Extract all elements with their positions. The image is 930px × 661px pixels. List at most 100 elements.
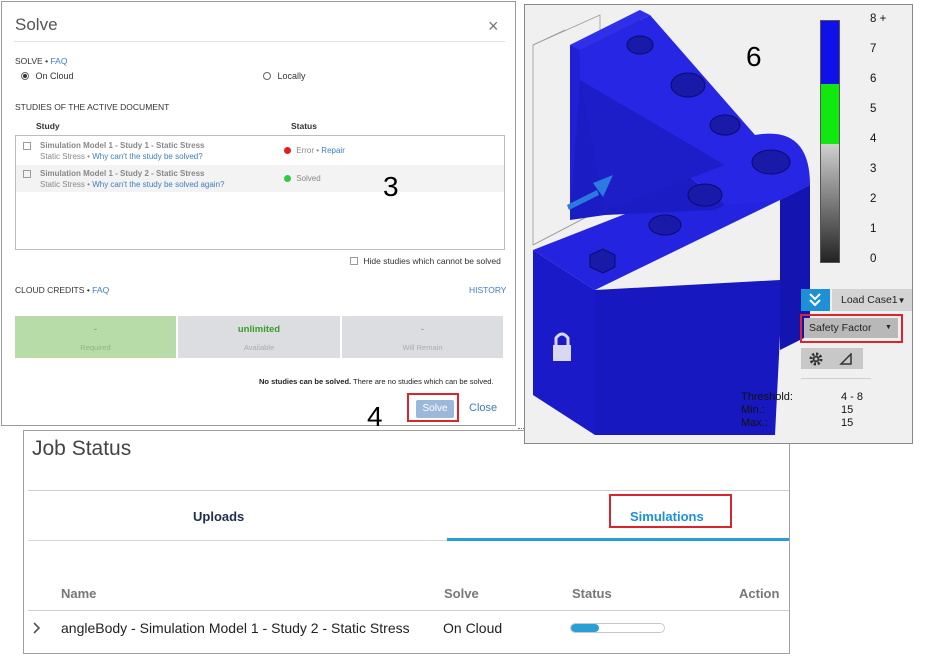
col-study: Study bbox=[36, 121, 60, 131]
locally-label: Locally bbox=[277, 71, 306, 81]
faq-link[interactable]: FAQ bbox=[50, 56, 67, 66]
load-case-dropdown[interactable]: Load Case1▼ bbox=[832, 289, 912, 311]
study-name: Simulation Model 1 - Study 1 - Static St… bbox=[40, 141, 205, 150]
solve-dialog: Solve × SOLVE • FAQ On Cloud Locally STU… bbox=[1, 1, 516, 426]
separator: • bbox=[45, 56, 49, 66]
legend-tick: 0 bbox=[870, 253, 877, 265]
divider bbox=[801, 378, 871, 379]
chevron-right-icon[interactable] bbox=[32, 622, 42, 634]
hide-studies-option[interactable]: Hide studies which cannot be solved bbox=[350, 256, 501, 266]
min-value: 15 bbox=[841, 404, 854, 416]
credits-label: CLOUD CREDITS bbox=[15, 285, 85, 295]
status-text: Error bbox=[296, 146, 315, 155]
separator: • bbox=[316, 146, 320, 155]
job-status-panel: Job Status Uploads Simulations Name Solv… bbox=[23, 430, 790, 654]
faq-link[interactable]: FAQ bbox=[92, 285, 109, 295]
triangle-ruler-icon[interactable] bbox=[839, 353, 853, 365]
study-checkbox[interactable] bbox=[23, 142, 31, 150]
study-name: Simulation Model 1 - Study 2 - Static St… bbox=[40, 169, 205, 178]
separator: • bbox=[87, 152, 90, 161]
note-rest: There are no studies which can be solved… bbox=[351, 377, 494, 386]
locally-radio[interactable] bbox=[263, 72, 271, 80]
study-status: Error • Repair bbox=[284, 146, 345, 155]
model-viewport[interactable]: 6 8 + 7 6 5 4 3 2 1 0 Load Case1▼ Safety… bbox=[524, 4, 913, 444]
study-row[interactable]: Simulation Model 1 - Study 1 - Static St… bbox=[16, 137, 504, 164]
threshold-label: Threshold: bbox=[741, 391, 793, 403]
credit-available: unlimited Available bbox=[178, 316, 340, 358]
color-legend bbox=[820, 20, 840, 263]
studies-heading: STUDIES OF THE ACTIVE DOCUMENT bbox=[15, 102, 170, 112]
close-button[interactable]: Close bbox=[469, 402, 497, 414]
max-value: 15 bbox=[841, 417, 854, 429]
legend-tick: 2 bbox=[870, 193, 877, 205]
credit-required: - Required bbox=[15, 316, 176, 358]
progress-bar bbox=[570, 623, 665, 633]
divider bbox=[28, 490, 789, 491]
threshold-value: 4 - 8 bbox=[841, 391, 864, 403]
locally-option[interactable]: Locally bbox=[263, 71, 306, 81]
study-checkbox[interactable] bbox=[23, 170, 31, 178]
on-cloud-radio[interactable] bbox=[21, 72, 29, 80]
progress-fill bbox=[571, 624, 599, 632]
status-text: Solved bbox=[296, 174, 321, 183]
note-bold: No studies can be solved. bbox=[259, 377, 352, 386]
hide-studies-checkbox[interactable] bbox=[350, 257, 358, 265]
col-action: Action bbox=[739, 586, 780, 601]
study-row[interactable]: Simulation Model 1 - Study 2 - Static St… bbox=[16, 165, 504, 192]
dropdown-arrow-icon: ▼ bbox=[885, 324, 892, 331]
max-label: Max.: bbox=[741, 417, 768, 429]
credit-value: - bbox=[93, 324, 98, 335]
legend-tick: 4 bbox=[870, 133, 877, 145]
repair-link[interactable]: Repair bbox=[321, 146, 345, 155]
gear-icon[interactable] bbox=[808, 351, 824, 367]
on-cloud-option[interactable]: On Cloud bbox=[21, 71, 74, 81]
study-subline: Static Stress • Why can't the study be s… bbox=[40, 152, 203, 161]
dropdown-arrow-icon: ▼ bbox=[897, 296, 906, 305]
legend-green-band bbox=[821, 84, 839, 144]
result-type-dropdown[interactable]: Safety Factor ▼ bbox=[804, 318, 898, 338]
job-solve: On Cloud bbox=[443, 620, 503, 636]
solve-highlight bbox=[407, 393, 459, 422]
tab-uploads[interactable]: Uploads bbox=[193, 509, 244, 524]
history-link[interactable]: HISTORY bbox=[469, 285, 506, 295]
table-row[interactable]: angleBody - Simulation Model 1 - Study 2… bbox=[28, 613, 789, 643]
legend-tick: 3 bbox=[870, 163, 877, 175]
solve-label: SOLVE bbox=[15, 56, 43, 66]
credit-value: unlimited bbox=[237, 324, 281, 335]
error-status-icon bbox=[284, 147, 291, 154]
credit-value: - bbox=[420, 324, 425, 335]
help-link[interactable]: Why can't the study be solved again? bbox=[92, 180, 224, 189]
study-status: Solved bbox=[284, 174, 321, 183]
col-solve: Solve bbox=[444, 586, 479, 601]
load-case-label: Load Case1 bbox=[841, 294, 898, 306]
legend-tick: 7 bbox=[870, 43, 877, 55]
result-type-label: Safety Factor bbox=[809, 322, 872, 334]
legend-tick: 1 bbox=[870, 223, 877, 235]
separator: • bbox=[87, 180, 90, 189]
study-type: Static Stress bbox=[40, 152, 85, 161]
on-cloud-label: On Cloud bbox=[35, 71, 74, 81]
tab-underline-active bbox=[447, 538, 789, 541]
credits-heading: CLOUD CREDITS • FAQ bbox=[15, 285, 109, 295]
solve-heading: SOLVE • FAQ bbox=[15, 56, 67, 66]
solved-status-icon bbox=[284, 175, 291, 182]
job-name: angleBody - Simulation Model 1 - Study 2… bbox=[61, 620, 410, 636]
close-icon[interactable]: × bbox=[488, 17, 499, 35]
divider bbox=[28, 610, 789, 611]
col-status: Status bbox=[291, 121, 317, 131]
simulations-highlight bbox=[609, 494, 732, 528]
collapse-button[interactable] bbox=[801, 289, 830, 311]
separator: • bbox=[86, 285, 90, 295]
annotation-3: 3 bbox=[383, 171, 399, 202]
job-status-title: Job Status bbox=[32, 437, 132, 460]
divider bbox=[14, 41, 505, 42]
tab-underline-inactive bbox=[28, 540, 447, 541]
angle-body-model bbox=[533, 10, 810, 435]
legend-tick: 8 + bbox=[870, 13, 887, 25]
credit-label: Available bbox=[243, 343, 275, 352]
help-link[interactable]: Why can't the study be solved? bbox=[92, 152, 202, 161]
credit-label: Required bbox=[80, 343, 111, 352]
annotation-4: 4 bbox=[367, 401, 383, 432]
legend-tick: 5 bbox=[870, 103, 877, 115]
annotation-6: 6 bbox=[746, 41, 762, 72]
